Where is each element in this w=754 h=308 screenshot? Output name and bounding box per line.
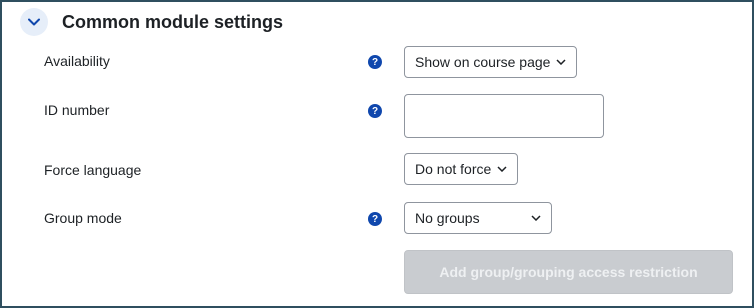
chevron-down-icon: [531, 215, 541, 221]
id-number-help-icon[interactable]: ?: [368, 104, 382, 118]
force-language-select-value: Do not force: [415, 161, 492, 177]
availability-select[interactable]: Show on course page: [404, 46, 578, 78]
group-mode-help-icon[interactable]: ?: [368, 212, 382, 226]
section-header: Common module settings: [20, 8, 283, 36]
group-mode-select-value: No groups: [415, 210, 480, 226]
availability-label: Availability: [44, 53, 110, 69]
add-group-restriction-button[interactable]: Add group/grouping access restriction: [404, 250, 733, 294]
chevron-down-icon: [28, 18, 40, 26]
section-title: Common module settings: [62, 11, 284, 32]
collapse-toggle-button[interactable]: [20, 8, 48, 36]
settings-panel: Common module settings Availability ? Sh…: [0, 0, 754, 308]
chevron-down-icon: [556, 59, 566, 65]
force-language-select[interactable]: Do not force: [404, 153, 519, 185]
id-number-input[interactable]: [404, 94, 604, 138]
availability-help-icon[interactable]: ?: [368, 55, 382, 69]
force-language-label: Force language: [44, 162, 142, 178]
group-mode-label: Group mode: [44, 210, 122, 226]
chevron-down-icon: [497, 166, 507, 172]
group-mode-select[interactable]: No groups: [404, 202, 552, 234]
availability-select-value: Show on course page: [415, 54, 551, 70]
id-number-label: ID number: [44, 102, 110, 118]
